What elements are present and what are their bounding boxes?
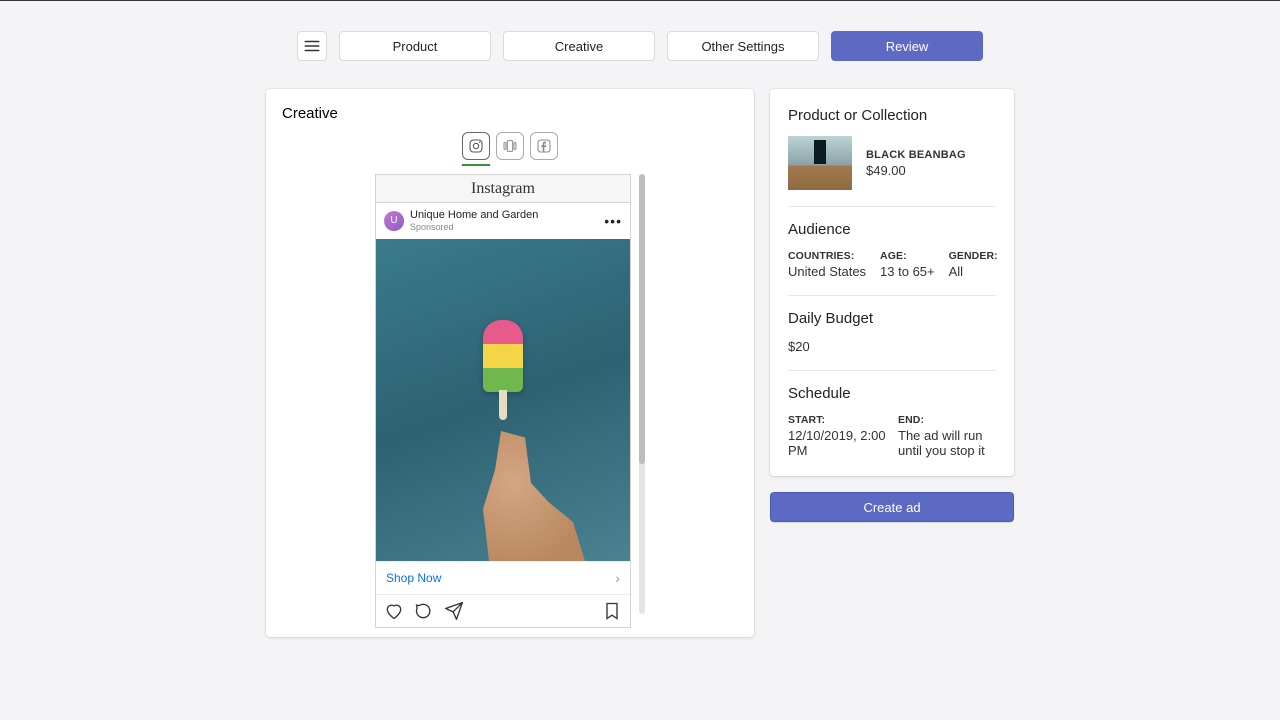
menu-button[interactable] xyxy=(297,31,327,61)
more-icon[interactable]: ••• xyxy=(604,213,622,229)
instagram-actions xyxy=(376,594,630,627)
product-summary: BLACK BEANBAG $49.00 xyxy=(788,136,996,190)
story-icon xyxy=(502,138,518,154)
facebook-icon xyxy=(536,138,552,154)
avatar: U xyxy=(384,211,404,231)
share-icon[interactable] xyxy=(444,601,464,621)
countries-label: COUNTRIES: xyxy=(788,250,866,262)
platform-instagram[interactable] xyxy=(462,132,490,160)
age-label: AGE: xyxy=(880,250,935,262)
gender-label: GENDER: xyxy=(949,250,998,262)
tab-creative[interactable]: Creative xyxy=(503,31,655,61)
chevron-right-icon: › xyxy=(615,570,620,586)
start-value: 12/10/2019, 2:00 PM xyxy=(788,428,886,458)
tab-other-settings[interactable]: Other Settings xyxy=(667,31,819,61)
tab-product[interactable]: Product xyxy=(339,31,491,61)
hamburger-icon xyxy=(303,37,321,55)
create-ad-button[interactable]: Create ad xyxy=(770,492,1014,522)
platform-active-indicator xyxy=(462,164,490,166)
ad-image xyxy=(376,239,630,561)
account-name: Unique Home and Garden xyxy=(410,209,598,222)
start-label: START: xyxy=(788,414,886,426)
countries-value: United States xyxy=(788,264,866,279)
instagram-account-row: U Unique Home and Garden Sponsored ••• xyxy=(376,203,630,239)
hand-illustration xyxy=(465,431,585,561)
comment-icon[interactable] xyxy=(414,601,434,621)
tab-review[interactable]: Review xyxy=(831,31,983,61)
platform-story[interactable] xyxy=(496,132,524,160)
product-price: $49.00 xyxy=(866,163,966,178)
end-value: The ad will run until you stop it xyxy=(898,428,996,458)
preview-scrollbar[interactable] xyxy=(639,174,645,614)
heart-icon[interactable] xyxy=(384,601,404,621)
product-section-title: Product or Collection xyxy=(788,107,996,124)
bookmark-icon[interactable] xyxy=(602,601,622,621)
cta-text: Shop Now xyxy=(386,571,441,585)
shop-now-cta[interactable]: Shop Now › xyxy=(376,561,630,594)
platform-facebook[interactable] xyxy=(530,132,558,160)
instagram-preview: Instagram U Unique Home and Garden Spons… xyxy=(375,174,631,628)
product-thumbnail xyxy=(788,136,852,190)
budget-section-title: Daily Budget xyxy=(788,310,996,327)
sponsored-label: Sponsored xyxy=(410,222,598,233)
instagram-header: Instagram xyxy=(376,175,630,203)
creative-card: Creative xyxy=(266,89,754,637)
creative-title: Creative xyxy=(282,105,738,122)
nav-tabs: Product Creative Other Settings Review xyxy=(297,31,983,61)
product-name: BLACK BEANBAG xyxy=(866,149,966,161)
instagram-icon xyxy=(468,138,484,154)
age-value: 13 to 65+ xyxy=(880,264,935,279)
gender-value: All xyxy=(949,264,998,279)
end-label: END: xyxy=(898,414,996,426)
schedule-section-title: Schedule xyxy=(788,385,996,402)
popsicle-illustration xyxy=(483,320,523,420)
review-card: Product or Collection BLACK BEANBAG $49.… xyxy=(770,89,1014,476)
audience-section-title: Audience xyxy=(788,221,996,238)
budget-value: $20 xyxy=(788,339,996,354)
platform-tabs xyxy=(282,132,738,166)
